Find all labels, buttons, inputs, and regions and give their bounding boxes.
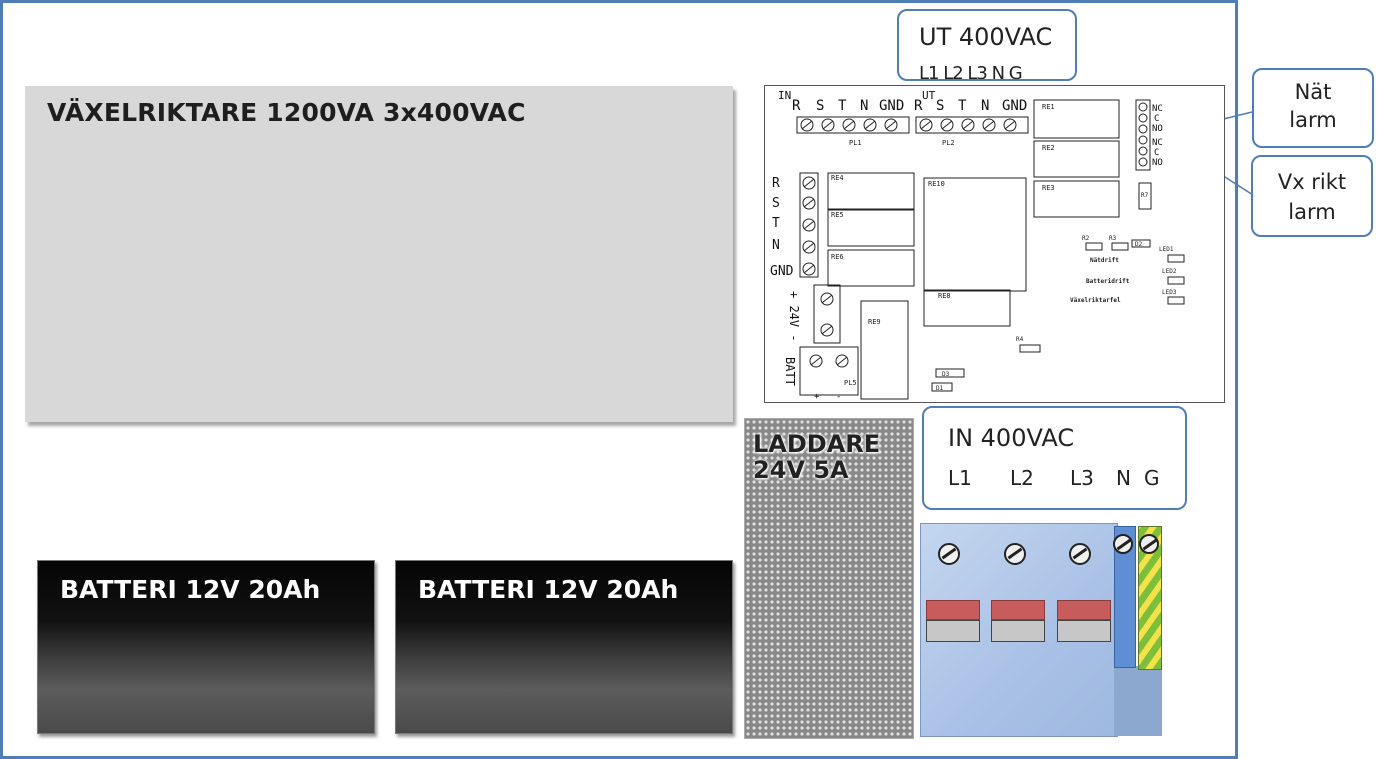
pl2-terminal-s: S bbox=[936, 98, 944, 114]
breaker-l2-body bbox=[991, 620, 1045, 642]
alarm2-no: NO bbox=[1152, 158, 1163, 168]
side-terminal-r: R bbox=[772, 176, 780, 191]
power-24v-screws bbox=[820, 292, 834, 337]
breaker-l1-indicator bbox=[926, 600, 980, 620]
screw-l2-icon bbox=[1004, 543, 1026, 565]
diode-d1-label: D1 bbox=[936, 385, 944, 392]
side-terminal-screws bbox=[802, 176, 816, 276]
alarm1-nc: NC bbox=[1152, 104, 1163, 114]
resistor-r4-label: R4 bbox=[1016, 336, 1024, 343]
side-terminal-gnd: GND bbox=[770, 264, 794, 279]
led3-label: LED3 bbox=[1162, 289, 1177, 296]
screw-n-icon bbox=[1113, 534, 1133, 554]
alarm1-c: C bbox=[1154, 114, 1159, 124]
relay-re9-label: RE9 bbox=[868, 318, 881, 326]
pl2-terminal-t: T bbox=[958, 98, 967, 114]
relay-re10 bbox=[923, 177, 1027, 292]
resistor-r2 bbox=[1111, 242, 1129, 251]
resistor-r2-label: R3 bbox=[1109, 235, 1117, 242]
pl2-screws bbox=[919, 118, 1017, 132]
relay-re8 bbox=[923, 289, 1011, 327]
relay-re3-label: RE3 bbox=[1042, 184, 1055, 192]
resistor-r7-label: R7 bbox=[1141, 192, 1149, 199]
status-vaxelriktarfel: Växelriktarfel bbox=[1070, 297, 1121, 304]
alarm1-no: NO bbox=[1152, 124, 1163, 134]
pl5-label: PL5 bbox=[844, 379, 857, 387]
pl2-terminal-n: N bbox=[981, 98, 989, 114]
pcb-drawing: IN R S T N GND PL1 UT R S T N GND PL2 RE… bbox=[770, 89, 1185, 402]
pl1-screws bbox=[800, 118, 898, 132]
side-terminal-t: T bbox=[772, 216, 780, 231]
alarm-terminal-screws bbox=[1138, 102, 1148, 167]
resistor-r3-label: R2 bbox=[1082, 235, 1090, 242]
relay-re8-label: RE8 bbox=[938, 292, 951, 300]
pl2-terminal-gnd: GND bbox=[1002, 98, 1027, 114]
pl1-terminal-gnd: GND bbox=[879, 98, 904, 114]
pcb-ut-label: UT bbox=[922, 89, 936, 102]
status-batteridrift: Batteridrift bbox=[1086, 278, 1130, 285]
diode-d3-label: D3 bbox=[942, 371, 950, 378]
diode-d3 bbox=[935, 368, 965, 378]
batt-terminal-block bbox=[799, 346, 859, 396]
pl2-label: PL2 bbox=[942, 139, 955, 147]
pl1-terminal-t: T bbox=[838, 98, 847, 114]
relay-re9 bbox=[860, 300, 909, 400]
screw-l1-icon bbox=[938, 543, 960, 565]
led1 bbox=[1167, 254, 1185, 263]
led3 bbox=[1167, 296, 1185, 305]
power-24v-label: + 24V - bbox=[787, 291, 801, 342]
breaker-l2-indicator bbox=[991, 600, 1045, 620]
batt-terminal-screws bbox=[809, 354, 849, 368]
breaker-l3-body bbox=[1057, 620, 1111, 642]
side-terminal-n: N bbox=[772, 238, 780, 253]
breaker-l3-indicator bbox=[1057, 600, 1111, 620]
batt-minus: - bbox=[836, 392, 841, 402]
resistor-r3 bbox=[1085, 242, 1103, 251]
alarm2-c: C bbox=[1154, 148, 1159, 158]
control-pcb: IN R S T N GND PL1 UT R S T N GND PL2 RE… bbox=[764, 85, 1225, 403]
diode-d2-label: D2 bbox=[1135, 241, 1143, 248]
status-natdrift: Nätdrift bbox=[1090, 257, 1119, 264]
pl1-label: PL1 bbox=[849, 139, 862, 147]
relay-re1-label: RE1 bbox=[1042, 103, 1055, 111]
side-terminal-s: S bbox=[772, 196, 780, 211]
pl1-terminal-r: R bbox=[792, 98, 801, 114]
power-24v-block bbox=[813, 284, 841, 344]
pl2-terminal-r: R bbox=[914, 98, 923, 114]
breaker-l1-body bbox=[926, 620, 980, 642]
alarm2-nc: NC bbox=[1152, 138, 1163, 148]
screw-l3-icon bbox=[1069, 543, 1091, 565]
led2-label: LED2 bbox=[1162, 268, 1177, 275]
pl1-terminal-s: S bbox=[816, 98, 824, 114]
batt-label: BATT bbox=[783, 357, 797, 386]
relay-re6-label: RE6 bbox=[831, 253, 844, 261]
led1-label: LED1 bbox=[1159, 246, 1174, 253]
relay-re4-label: RE4 bbox=[831, 174, 844, 182]
relay-re10-label: RE10 bbox=[928, 180, 945, 188]
led2 bbox=[1167, 276, 1185, 285]
relay-re2-label: RE2 bbox=[1042, 144, 1055, 152]
rail-base bbox=[1114, 666, 1162, 736]
relay-re5-label: RE5 bbox=[831, 211, 844, 219]
screw-g-icon bbox=[1139, 534, 1159, 554]
batt-plus: + bbox=[814, 392, 820, 402]
pcb-in-label: IN bbox=[778, 89, 791, 102]
pl1-terminal-n: N bbox=[860, 98, 868, 114]
resistor-r4 bbox=[1019, 344, 1041, 353]
